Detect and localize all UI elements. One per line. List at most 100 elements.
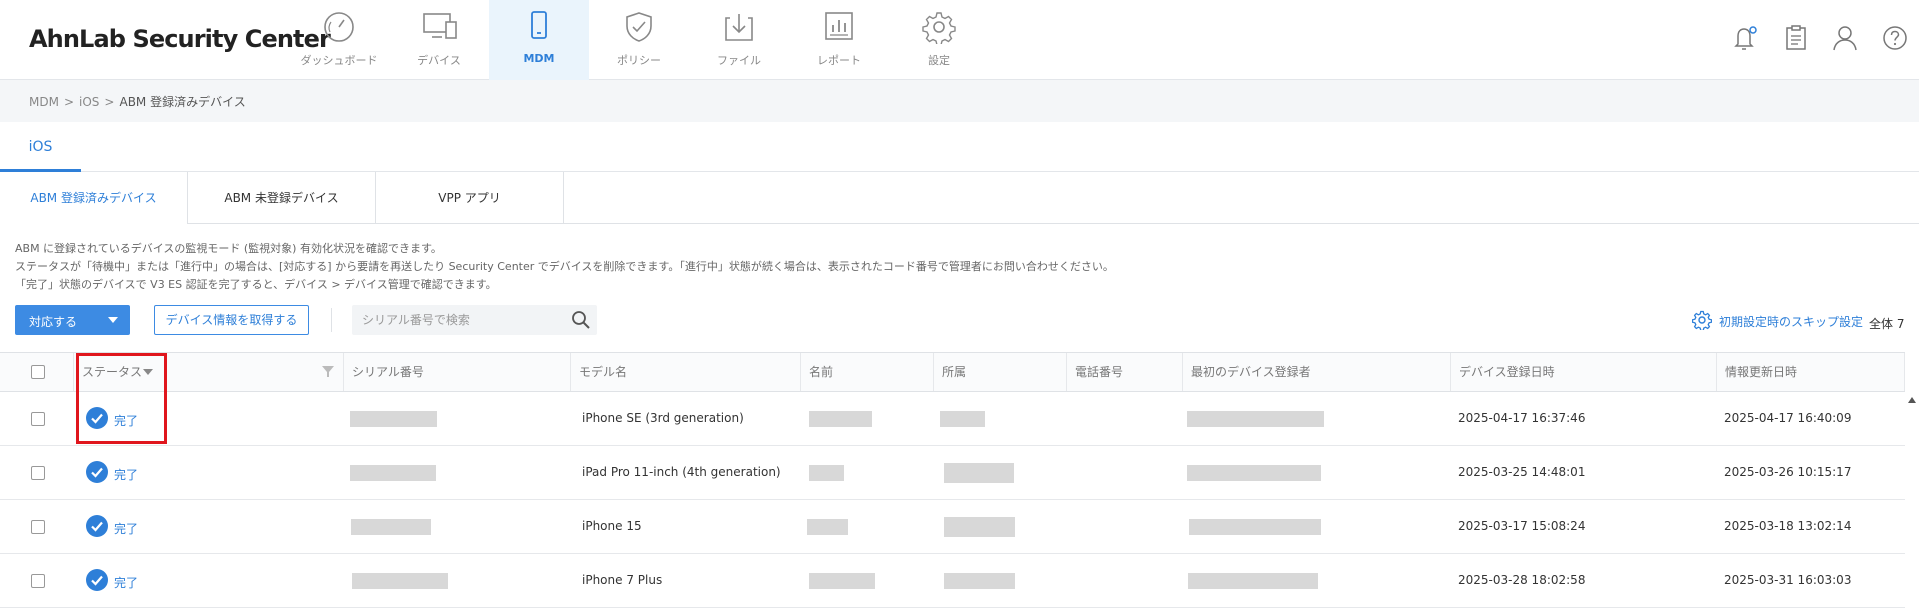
breadcrumb-current: ABM 登録済みデバイス — [119, 95, 246, 109]
table-row[interactable]: 完了 iPhone 15 2025-03-17 15:08:24 2025-03… — [0, 500, 1905, 554]
row-checkbox[interactable] — [31, 466, 45, 480]
user-icon[interactable] — [1832, 24, 1858, 52]
row-checkbox[interactable] — [31, 412, 45, 426]
info-line: ABM に登録されているデバイスの監視モード (監視対象) 有効化状況を確認でき… — [15, 242, 442, 255]
gear-icon — [922, 12, 956, 44]
search-icon[interactable] — [571, 310, 591, 330]
breadcrumb-separator: > — [63, 95, 75, 109]
file-download-icon — [725, 14, 753, 41]
breadcrumb-separator: > — [104, 95, 115, 109]
column-registered-at[interactable]: デバイス登録日時 — [1450, 353, 1716, 391]
filter-icon[interactable] — [322, 366, 334, 378]
check-circle-icon — [86, 461, 108, 483]
nav-file[interactable]: ファイル — [689, 0, 789, 80]
redacted-affiliation — [944, 573, 1015, 589]
tab-ios[interactable]: iOS — [0, 122, 81, 172]
nav-mdm[interactable]: MDM — [489, 0, 589, 80]
redacted-name — [809, 573, 875, 589]
table-row[interactable]: 完了 iPhone SE (3rd generation) 2025-04-17… — [0, 392, 1905, 446]
status-label[interactable]: 完了 — [114, 520, 138, 537]
redacted-registrant — [1189, 519, 1321, 535]
registered-at-cell: 2025-03-17 15:08:24 — [1458, 519, 1586, 533]
breadcrumb-item[interactable]: iOS — [79, 95, 99, 109]
registered-at-cell: 2025-03-25 14:48:01 — [1458, 465, 1586, 479]
column-name[interactable]: 名前 — [800, 353, 933, 391]
redacted-registrant — [1187, 411, 1324, 427]
status-label[interactable]: 完了 — [114, 574, 138, 591]
nav-label: MDM — [523, 52, 555, 65]
tab-abm-registered[interactable]: ABM 登録済みデバイス — [0, 172, 188, 224]
tab-vpp-apps[interactable]: VPP アプリ — [376, 172, 564, 224]
check-circle-icon — [86, 569, 108, 591]
scroll-up-icon[interactable] — [1908, 397, 1916, 403]
nav-settings[interactable]: 設定 — [889, 0, 989, 80]
redacted-serial — [350, 465, 436, 481]
check-circle-icon — [86, 407, 108, 429]
column-updated-at[interactable]: 情報更新日時 — [1716, 353, 1905, 391]
select-all-checkbox[interactable] — [31, 365, 45, 379]
nav-report[interactable]: レポート — [789, 0, 889, 80]
nav-policy[interactable]: ポリシー — [589, 0, 689, 80]
app-logo[interactable]: AhnLab Security Center — [29, 25, 331, 53]
model-cell: iPhone 7 Plus — [582, 573, 663, 587]
notification-bell-icon[interactable] — [1733, 24, 1757, 52]
nav-label: デバイス — [417, 54, 461, 67]
status-label[interactable]: 完了 — [114, 412, 138, 429]
model-cell: iPad Pro 11-inch (4th generation) — [582, 465, 781, 479]
devices-icon — [423, 13, 457, 39]
info-line: ステータスが「待機中」または「進行中」の場合は、[対応する] から要請を再送した… — [15, 260, 1114, 273]
sort-down-icon[interactable] — [143, 369, 153, 376]
row-checkbox[interactable] — [31, 574, 45, 588]
nav-dashboard[interactable]: ダッシュボード — [289, 0, 389, 80]
shield-icon — [626, 12, 652, 42]
column-phone[interactable]: 電話番号 — [1066, 353, 1182, 391]
column-status[interactable]: ステータス — [73, 353, 343, 391]
check-circle-icon — [86, 515, 108, 537]
fetch-device-info-button[interactable]: デバイス情報を取得する — [154, 305, 309, 335]
table-row[interactable]: 完了 iPad Pro 11-inch (4th generation) 202… — [0, 446, 1905, 500]
column-first-registrant[interactable]: 最初のデバイス登録者 — [1182, 353, 1450, 391]
redacted-name — [809, 465, 844, 481]
top-header: AhnLab Security Center ダッシュボード デバイス MDM … — [0, 0, 1919, 80]
column-label: ステータス — [82, 365, 143, 379]
caret-down-icon — [108, 317, 118, 323]
mobile-icon — [531, 11, 547, 39]
updated-at-cell: 2025-03-26 10:15:17 — [1724, 465, 1852, 479]
column-serial[interactable]: シリアル番号 — [343, 353, 570, 391]
breadcrumb-item[interactable]: MDM — [29, 95, 59, 109]
redacted-name — [809, 411, 872, 427]
info-line: 「完了」状態のデバイスで V3 ES 認証を完了すると、デバイス > デバイス管… — [15, 278, 497, 291]
skip-settings-label: 初期設定時のスキップ設定 — [1719, 315, 1864, 329]
model-cell: iPhone SE (3rd generation) — [582, 411, 744, 425]
divider — [331, 308, 332, 332]
registered-at-cell: 2025-04-17 16:37:46 — [1458, 411, 1586, 425]
header-select-cell — [0, 353, 73, 391]
column-affiliation[interactable]: 所属 — [933, 353, 1066, 391]
dashboard-icon — [324, 12, 354, 42]
nav-devices[interactable]: デバイス — [389, 0, 489, 80]
row-checkbox[interactable] — [31, 520, 45, 534]
model-cell: iPhone 15 — [582, 519, 642, 533]
nav-label: ポリシー — [617, 54, 661, 67]
serial-search-input[interactable] — [352, 305, 562, 335]
redacted-name — [807, 519, 848, 535]
report-icon — [825, 12, 853, 40]
table-header: ステータス シリアル番号 モデル名 名前 所属 電話番号 最初のデバイス登録者 … — [0, 352, 1905, 392]
action-button-label: 対応する — [29, 315, 78, 329]
vertical-scrollbar[interactable] — [1905, 392, 1919, 605]
redacted-serial — [350, 411, 437, 427]
sub-tabs: ABM 登録済みデバイス ABM 未登録デバイス VPP アプリ — [0, 172, 1919, 224]
table-row[interactable]: 完了 iPhone 7 Plus 2025-03-28 18:02:58 202… — [0, 554, 1905, 608]
redacted-serial — [352, 573, 448, 589]
help-icon[interactable] — [1882, 24, 1908, 52]
action-dropdown-button[interactable]: 対応する — [15, 305, 130, 335]
column-model[interactable]: モデル名 — [570, 353, 800, 391]
clipboard-icon[interactable] — [1784, 24, 1808, 52]
updated-at-cell: 2025-03-31 16:03:03 — [1724, 573, 1852, 587]
updated-at-cell: 2025-04-17 16:40:09 — [1724, 411, 1852, 425]
total-count: 全体 7 — [1869, 317, 1905, 331]
tab-abm-unregistered[interactable]: ABM 未登録デバイス — [188, 172, 376, 224]
redacted-affiliation — [940, 411, 985, 427]
search-box — [352, 305, 597, 335]
status-label[interactable]: 完了 — [114, 466, 138, 483]
